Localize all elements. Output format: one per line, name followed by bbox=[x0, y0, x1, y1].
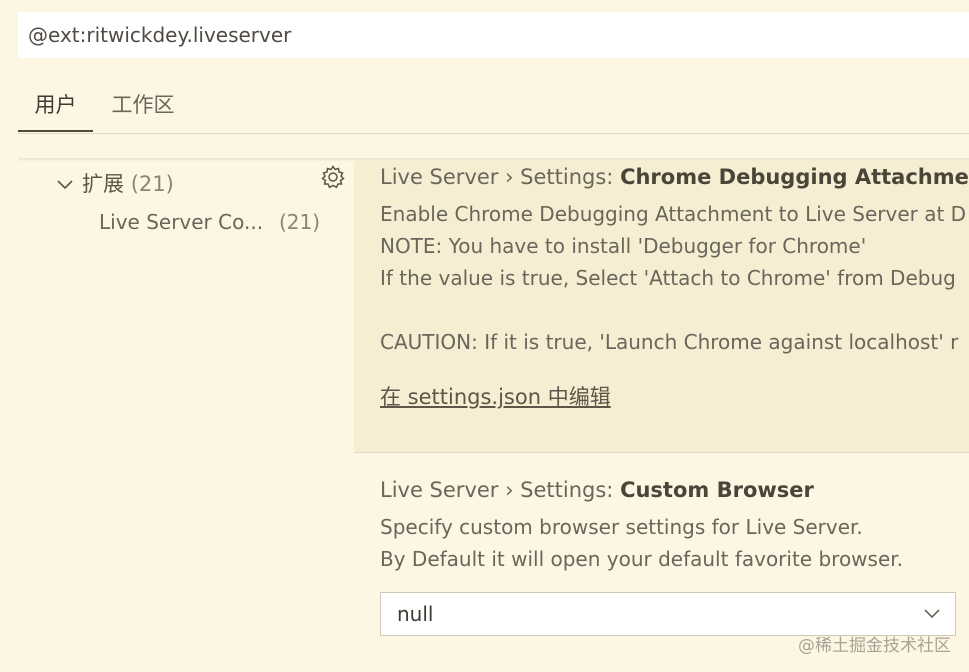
toc-extensions-count: (21) bbox=[130, 172, 174, 196]
custom-browser-select[interactable]: null bbox=[380, 592, 956, 636]
setting-title: Live Server › Settings: Custom Browser bbox=[380, 475, 814, 505]
setting-item-chrome-debugging: Live Server › Settings: Chrome Debugging… bbox=[321, 160, 969, 452]
toc-extensions-label: 扩展 bbox=[82, 172, 124, 196]
settings-toc: 扩展 (21) Live Server Co... (21) bbox=[18, 160, 354, 672]
settings-search-box[interactable] bbox=[18, 12, 969, 58]
settings-list: Live Server › Settings: Chrome Debugging… bbox=[321, 160, 969, 672]
gear-icon[interactable] bbox=[320, 164, 346, 190]
setting-category: Live Server › Settings: bbox=[380, 478, 621, 502]
select-value: null bbox=[397, 602, 434, 626]
setting-description-line: Enable Chrome Debugging Attachment to Li… bbox=[380, 202, 967, 226]
settings-editor: 用户 工作区 扩展 (21) Live Server Co... (21) bbox=[0, 0, 969, 672]
settings-scope-tabs: 用户 工作区 bbox=[18, 80, 969, 134]
setting-description-line: By Default it will open your default fav… bbox=[380, 547, 904, 571]
chevron-down-icon bbox=[924, 609, 940, 619]
setting-title: Live Server › Settings: Chrome Debugging… bbox=[380, 162, 969, 192]
chevron-down-icon bbox=[57, 180, 73, 190]
setting-category: Live Server › Settings: bbox=[380, 165, 621, 189]
toc-sub-count: (21) bbox=[279, 210, 321, 234]
toc-item-live-server-config[interactable]: Live Server Co... (21) bbox=[99, 208, 339, 236]
settings-search-input[interactable] bbox=[18, 12, 969, 58]
setting-description-line: CAUTION: If it is true, 'Launch Chrome a… bbox=[380, 330, 959, 354]
toc-item-extensions[interactable]: 扩展 (21) bbox=[54, 170, 174, 198]
setting-description-line: NOTE: You have to install 'Debugger for … bbox=[380, 234, 867, 258]
setting-name: Chrome Debugging Attachment bbox=[620, 165, 969, 189]
watermark: @稀土掘金技术社区 bbox=[798, 636, 951, 656]
tabs-divider bbox=[18, 133, 969, 134]
setting-description-line: Specify custom browser settings for Live… bbox=[380, 515, 863, 539]
toc-sub-label: Live Server Co... bbox=[99, 210, 264, 234]
tab-workspace[interactable]: 工作区 bbox=[103, 80, 183, 132]
active-tab-indicator bbox=[18, 130, 93, 132]
setting-divider bbox=[354, 452, 969, 453]
setting-name: Custom Browser bbox=[620, 478, 814, 502]
tab-user[interactable]: 用户 bbox=[18, 80, 93, 132]
setting-description-line: If the value is true, Select 'Attach to … bbox=[380, 266, 956, 290]
edit-in-settings-json-link[interactable]: 在 settings.json 中编辑 bbox=[380, 382, 611, 412]
